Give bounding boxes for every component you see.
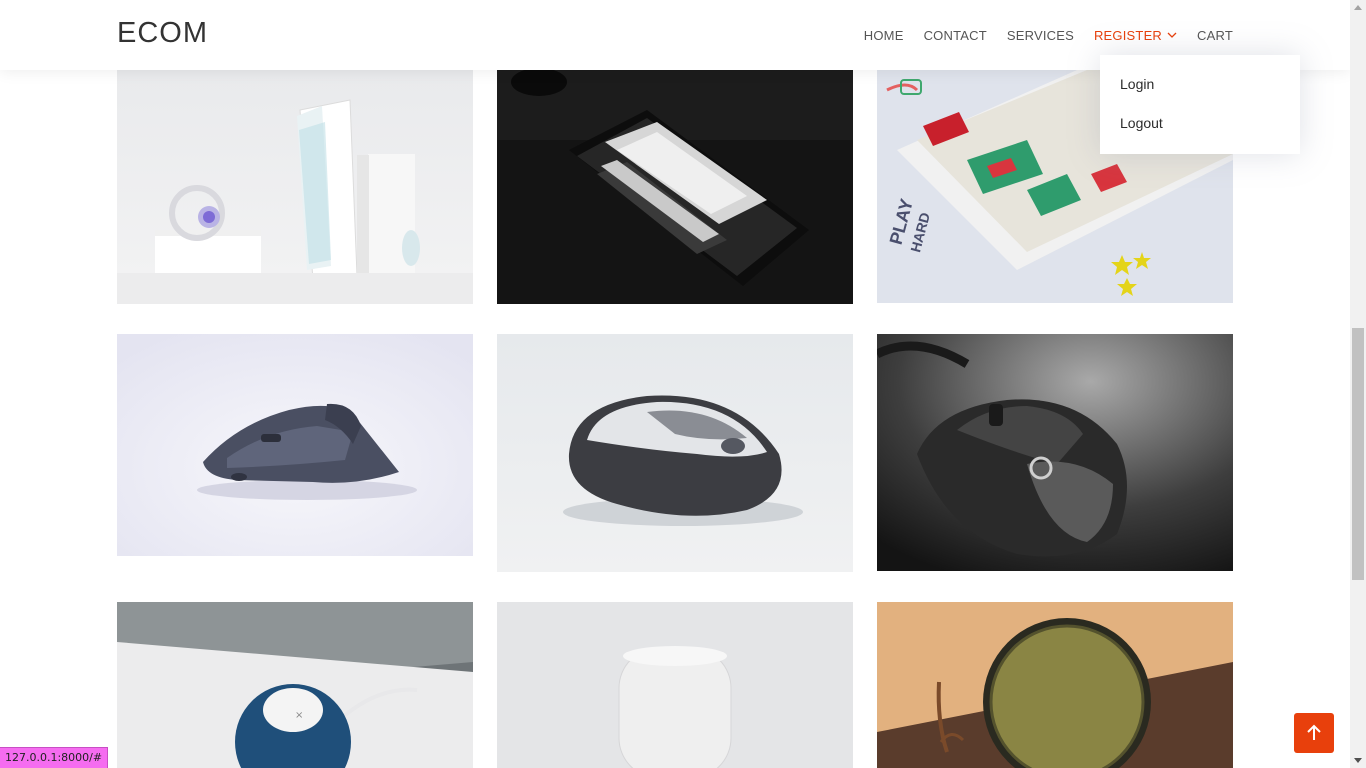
product-image-white-keyboard[interactable] (117, 70, 473, 304)
product-image-olive-speaker[interactable] (877, 602, 1233, 768)
page-scrollbar[interactable] (1350, 0, 1366, 768)
scroll-up-icon[interactable] (1354, 5, 1362, 10)
product-image-black-keyboard[interactable] (497, 70, 853, 304)
nav-home-label: HOME (863, 27, 904, 43)
nav-home[interactable]: HOME (864, 28, 904, 43)
register-dropdown: Login Logout (1100, 55, 1300, 154)
nav-cart[interactable]: CART (1197, 28, 1233, 43)
product-image-blue-speaker[interactable]: × (117, 602, 473, 768)
nav-register-label: REGISTER (1093, 27, 1163, 43)
product-image-ergonomic-mouse[interactable] (117, 334, 473, 556)
product-image-gaming-mouse[interactable] (877, 334, 1233, 571)
product-image-white-speaker[interactable] (497, 602, 853, 768)
nav-contact[interactable]: CONTACT (924, 28, 987, 43)
scroll-down-icon[interactable] (1354, 758, 1362, 763)
arrow-up-icon (1307, 724, 1321, 740)
status-url: 127.0.0.1:8000/# (0, 747, 109, 768)
svg-text:×: × (295, 710, 303, 721)
nav-services-label: SERVICES (1006, 27, 1074, 43)
nav-register[interactable]: REGISTER (1094, 28, 1177, 43)
page: ECOM HOME CONTACT SERVICES REGISTER CART (0, 0, 1366, 768)
scroll-thumb[interactable] (1352, 328, 1364, 580)
nav-contact-label: CONTACT (923, 27, 987, 43)
product-image-silver-mouse[interactable] (497, 334, 853, 572)
chevron-down-icon (1167, 32, 1177, 38)
dropdown-logout[interactable]: Logout (1100, 114, 1300, 153)
dropdown-login[interactable]: Login (1100, 75, 1300, 114)
nav-services[interactable]: SERVICES (1007, 28, 1074, 43)
nav-cart-label: CART (1197, 27, 1233, 43)
brand-logo[interactable]: ECOM (117, 17, 208, 50)
back-to-top-button[interactable] (1294, 713, 1334, 753)
